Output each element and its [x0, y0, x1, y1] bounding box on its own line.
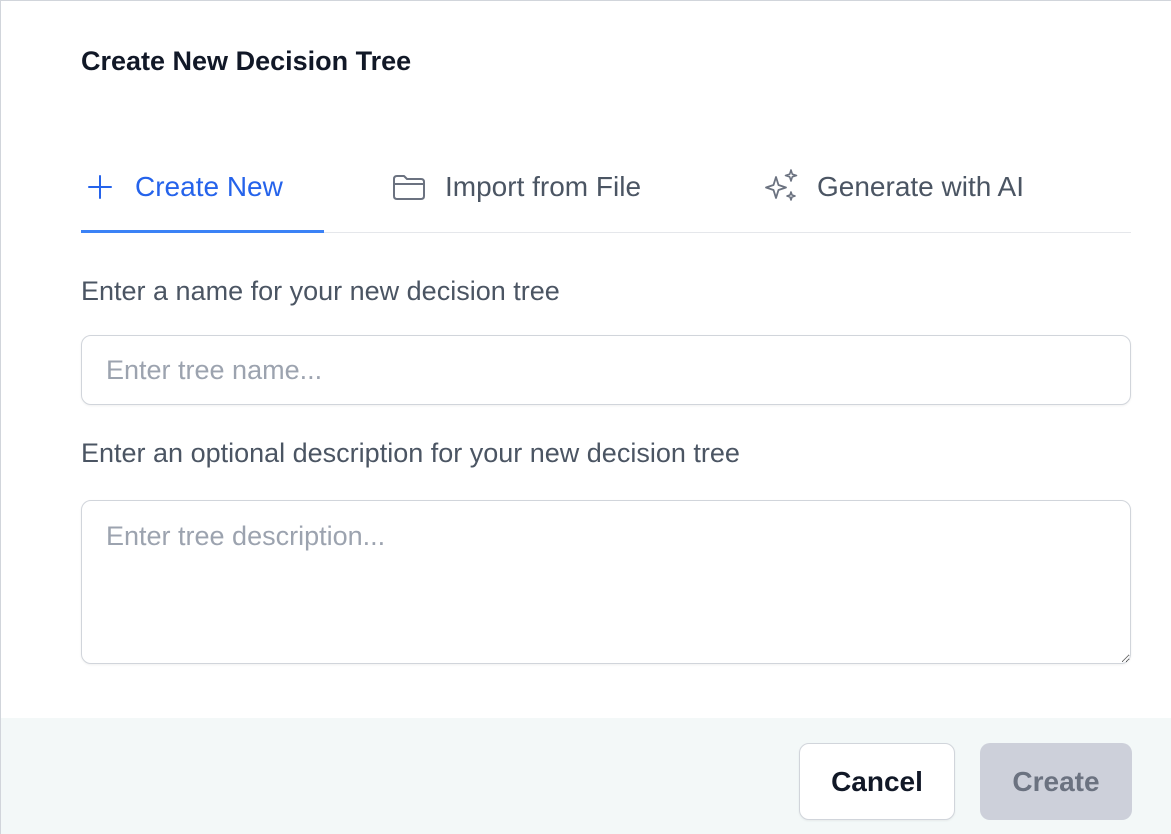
- tab-bar: Create New Import from File Generate wit…: [81, 141, 1131, 233]
- tree-name-label: Enter a name for your new decision tree: [81, 276, 560, 306]
- dialog-footer: Cancel Create: [1, 718, 1171, 834]
- folder-icon: [391, 173, 427, 201]
- active-tab-indicator: [81, 230, 324, 233]
- tree-name-input[interactable]: [81, 335, 1131, 405]
- create-button[interactable]: Create: [980, 743, 1132, 820]
- cancel-button[interactable]: Cancel: [799, 743, 955, 820]
- tree-description-label: Enter an optional description for your n…: [81, 438, 740, 468]
- tab-generate-with-ai[interactable]: Generate with AI: [763, 141, 1024, 232]
- sparkles-icon: [763, 168, 801, 206]
- create-decision-tree-dialog: Create New Decision Tree Create New Impo…: [0, 0, 1171, 834]
- tab-import-from-file[interactable]: Import from File: [391, 141, 641, 232]
- tree-description-textarea[interactable]: [81, 500, 1131, 664]
- tab-label: Generate with AI: [817, 170, 1025, 202]
- plus-icon: [87, 174, 113, 200]
- tab-label: Import from File: [445, 170, 642, 202]
- tab-create-new[interactable]: Create New: [81, 141, 324, 233]
- dialog-title: Create New Decision Tree: [81, 46, 412, 76]
- tab-label: Create New: [135, 170, 283, 202]
